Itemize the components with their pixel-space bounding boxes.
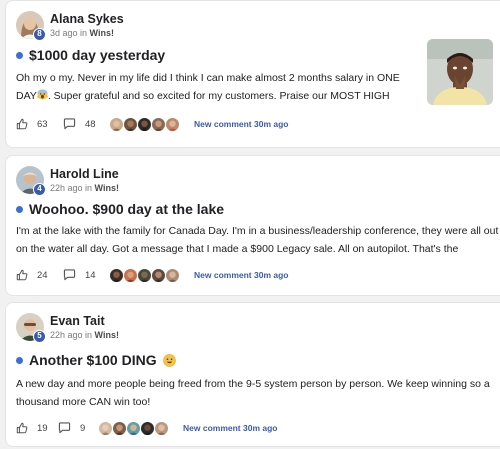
new-comment-label[interactable]: New comment 30m ago xyxy=(183,423,277,433)
commenter-avatar xyxy=(112,420,127,436)
post-body[interactable]: A new day and more people being freed fr… xyxy=(16,375,499,411)
commenter-avatars[interactable] xyxy=(109,267,180,283)
commenter-avatar xyxy=(109,116,124,132)
unread-dot-icon xyxy=(16,205,23,213)
commenter-avatar xyxy=(151,267,166,283)
author-name[interactable]: Evan Tait xyxy=(50,314,105,328)
commenter-avatar xyxy=(123,267,138,283)
commenter-avatar xyxy=(151,116,166,132)
commenter-avatar xyxy=(137,116,152,132)
comment-button[interactable]: 14 xyxy=(63,269,109,281)
commenter-avatar xyxy=(137,267,152,283)
post-title[interactable]: Another $100 DING xyxy=(29,352,157,368)
commenter-avatar xyxy=(109,267,124,283)
level-badge: 5 xyxy=(33,330,46,343)
commenter-avatar xyxy=(165,267,180,283)
post-footer: 19 9 New comment 30m ago xyxy=(16,419,277,437)
comment-count: 14 xyxy=(85,269,96,281)
post-category[interactable]: Wins! xyxy=(95,183,119,193)
like-count: 19 xyxy=(37,422,48,434)
comment-button[interactable]: 9 xyxy=(58,422,98,434)
like-count: 24 xyxy=(37,269,48,281)
unread-dot-icon xyxy=(16,356,23,364)
comment-icon xyxy=(63,269,76,281)
smile-emoji-icon xyxy=(162,353,176,367)
post-meta: 3d ago in Wins! xyxy=(50,28,114,38)
post-meta: 22h ago in Wins! xyxy=(50,330,119,340)
post-card[interactable]: 5 Evan Tait 22h ago in Wins! Another $10… xyxy=(5,302,500,447)
thumbs-up-icon xyxy=(16,269,28,281)
post-image[interactable] xyxy=(427,39,493,105)
post-category[interactable]: Wins! xyxy=(90,28,114,38)
post-footer: 63 48 New comment 30m ago xyxy=(16,115,288,133)
commenter-avatars[interactable] xyxy=(98,420,169,436)
scream-emoji-icon xyxy=(36,89,48,100)
post-card[interactable]: 8 Alana Sykes 3d ago in Wins! $1000 day … xyxy=(5,0,500,148)
level-badge: 8 xyxy=(33,28,46,41)
post-title[interactable]: Woohoo. $900 day at the lake xyxy=(29,201,224,217)
commenter-avatar xyxy=(126,420,141,436)
author-avatar[interactable]: 8 xyxy=(16,11,46,41)
thumbs-up-icon xyxy=(16,422,28,434)
post-time: 3d ago in xyxy=(50,28,90,38)
post-title-row[interactable]: Another $100 DING xyxy=(16,352,176,368)
like-button[interactable]: 24 xyxy=(16,269,63,281)
post-time: 22h ago in xyxy=(50,183,95,193)
new-comment-label[interactable]: New comment 30m ago xyxy=(194,270,288,280)
new-comment-label[interactable]: New comment 30m ago xyxy=(194,119,288,129)
post-meta: 22h ago in Wins! xyxy=(50,183,119,193)
post-title-row[interactable]: Woohoo. $900 day at the lake xyxy=(16,201,224,217)
post-title[interactable]: $1000 day yesterday xyxy=(29,47,165,63)
post-footer: 24 14 New comment 30m ago xyxy=(16,266,288,284)
like-button[interactable]: 63 xyxy=(16,118,63,130)
commenter-avatar xyxy=(165,116,180,132)
like-button[interactable]: 19 xyxy=(16,422,58,434)
commenter-avatar xyxy=(154,420,169,436)
commenter-avatars[interactable] xyxy=(109,116,180,132)
level-badge: 4 xyxy=(33,183,46,196)
commenter-avatar xyxy=(140,420,155,436)
comment-icon xyxy=(63,118,76,130)
like-count: 63 xyxy=(37,118,48,130)
post-card[interactable]: 4 Harold Line 22h ago in Wins! Woohoo. $… xyxy=(5,155,500,296)
comment-count: 9 xyxy=(80,422,86,434)
post-body[interactable]: Oh my o my. Never in my life did I think… xyxy=(16,69,416,105)
comment-button[interactable]: 48 xyxy=(63,118,109,130)
author-name[interactable]: Harold Line xyxy=(50,167,119,181)
author-avatar[interactable]: 4 xyxy=(16,166,46,196)
post-time: 22h ago in xyxy=(50,330,95,340)
commenter-avatar xyxy=(123,116,138,132)
comment-icon xyxy=(58,422,71,434)
post-body[interactable]: I'm at the lake with the family for Cana… xyxy=(16,222,499,258)
thumbs-up-icon xyxy=(16,118,28,130)
post-title-row[interactable]: $1000 day yesterday xyxy=(16,47,165,63)
unread-dot-icon xyxy=(16,51,23,59)
post-category[interactable]: Wins! xyxy=(95,330,119,340)
author-name[interactable]: Alana Sykes xyxy=(50,12,124,26)
commenter-avatar xyxy=(98,420,113,436)
comment-count: 48 xyxy=(85,118,96,130)
author-avatar[interactable]: 5 xyxy=(16,313,46,343)
post-image-photo xyxy=(427,39,493,105)
